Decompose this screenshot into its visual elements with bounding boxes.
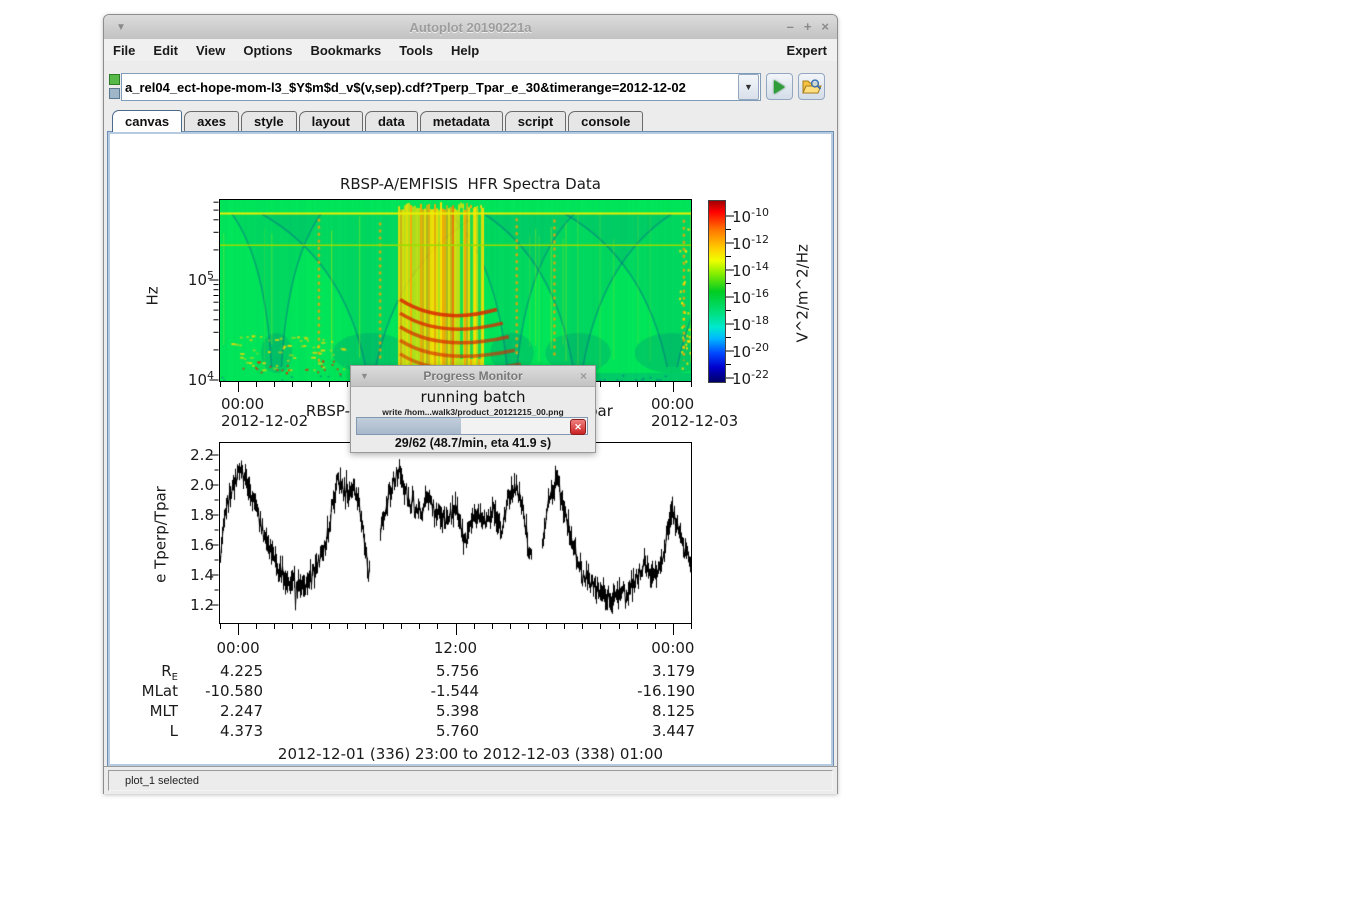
eph-value: 5.760 <box>369 722 479 740</box>
desktop: ▼ Autoplot 20190221a – + × FileEditViewO… <box>0 0 1345 916</box>
plot2-ytick-label: 1.8 <box>170 506 214 524</box>
progress-monitor-dialog[interactable]: ▼ Progress Monitor × running batch write… <box>350 365 596 453</box>
status-message: plot_1 selected <box>109 775 199 787</box>
menu-options[interactable]: Options <box>234 43 301 58</box>
progress-status-label: 29/62 (48.7/min, eta 41.9 s) <box>351 436 595 450</box>
eph-value: 8.125 <box>585 702 695 720</box>
tab-console[interactable]: console <box>568 111 643 132</box>
plot2-ytick-label: 1.6 <box>170 536 214 554</box>
window-shade-icon[interactable]: ▼ <box>116 22 126 33</box>
colorbar-tick-label: 10-16 <box>732 287 769 307</box>
window-titlebar[interactable]: ▼ Autoplot 20190221a – + × <box>104 15 837 39</box>
eph-value: 3.179 <box>585 662 695 680</box>
colorbar-axis-label: V^2/m^2/Hz <box>795 253 812 343</box>
menu-items: FileEditViewOptionsBookmarksToolsHelp <box>104 43 488 58</box>
plot2-xtick-label: 00:00 <box>208 639 268 657</box>
timeseries-plot[interactable] <box>219 442 692 624</box>
plot1-ylabel: Hz <box>145 276 162 306</box>
uri-dropdown-button[interactable]: ▼ <box>738 74 759 100</box>
expert-menu[interactable]: Expert <box>777 43 837 58</box>
menu-edit[interactable]: Edit <box>144 43 187 58</box>
folder-magnifier-icon <box>802 78 822 95</box>
autoplot-window: ▼ Autoplot 20190221a – + × FileEditViewO… <box>103 14 838 794</box>
eph-value: -10.580 <box>153 682 263 700</box>
play-icon <box>774 80 785 94</box>
tab-axes[interactable]: axes <box>184 111 239 132</box>
uri-toolbar: a_rel04_ect-hope-mom-l3_$Y$m$d_v$(v,sep)… <box>104 61 837 111</box>
tab-metadata[interactable]: metadata <box>420 111 503 132</box>
statusbar: plot_1 selected <box>104 766 837 794</box>
progress-dialog-title: Progress Monitor <box>351 369 595 383</box>
eph-value: -16.190 <box>585 682 695 700</box>
colorbar[interactable] <box>708 200 726 383</box>
menu-file[interactable]: File <box>104 43 144 58</box>
eph-value: 2.247 <box>153 702 263 720</box>
eph-value: 5.398 <box>369 702 479 720</box>
tab-style[interactable]: style <box>241 111 297 132</box>
colorbar-tick-label: 10-10 <box>732 206 769 226</box>
eph-value: 4.373 <box>153 722 263 740</box>
menu-bookmarks[interactable]: Bookmarks <box>301 43 390 58</box>
green-square-icon <box>109 74 120 85</box>
chevron-down-icon: ▼ <box>744 82 753 92</box>
plot2-xtick-label: 12:00 <box>426 639 486 657</box>
uri-combobox[interactable]: a_rel04_ect-hope-mom-l3_$Y$m$d_v$(v,sep)… <box>121 73 761 101</box>
tab-data[interactable]: data <box>365 111 418 132</box>
tab-script[interactable]: script <box>505 111 566 132</box>
plot2-ytick-label: 2.2 <box>170 446 214 464</box>
tab-bar: canvasaxesstylelayoutdatametadatascriptc… <box>104 111 837 132</box>
go-plot-button[interactable] <box>766 73 793 100</box>
progress-dialog-titlebar[interactable]: ▼ Progress Monitor × <box>351 366 595 387</box>
tab-layout[interactable]: layout <box>299 111 363 132</box>
uri-input[interactable]: a_rel04_ect-hope-mom-l3_$Y$m$d_v$(v,sep)… <box>122 80 737 95</box>
plot2-title-fragment-left: RBSP- <box>250 403 350 420</box>
colorbar-tick-label: 10-18 <box>732 314 769 334</box>
colorbar-tick-label: 10-22 <box>732 368 769 388</box>
plot2-ytick-label: 2.0 <box>170 476 214 494</box>
plot2-ylabel: e Tperp/Tpar <box>153 480 170 590</box>
dialog-shade-icon[interactable]: ▼ <box>360 371 369 381</box>
close-icon[interactable]: × <box>821 15 829 39</box>
eph-value: -1.544 <box>369 682 479 700</box>
tab-canvas[interactable]: canvas <box>112 110 182 132</box>
progress-detail-label: write /hom...walk3/product_20121215_00.p… <box>351 407 595 417</box>
eph-value: 5.756 <box>369 662 479 680</box>
progress-bar: ✕ <box>356 417 588 435</box>
plot2-ytick-label: 1.2 <box>170 596 214 614</box>
minimize-icon[interactable]: – <box>787 15 794 39</box>
colorbar-tick-label: 10-20 <box>732 341 769 361</box>
datasource-indicator <box>109 74 121 99</box>
eph-value: 4.225 <box>153 662 263 680</box>
plot1-ytick-label: 104 <box>170 369 214 389</box>
menu-tools[interactable]: Tools <box>390 43 442 58</box>
time-range-label: 2012-12-01 (336) 23:00 to 2012-12-03 (33… <box>110 746 831 763</box>
menu-view[interactable]: View <box>187 43 234 58</box>
window-title: Autoplot 20190221a <box>104 20 837 35</box>
maximize-icon[interactable]: + <box>804 15 812 39</box>
progress-bar-fill <box>357 418 461 434</box>
plot1-xlabel-right: 00:002012-12-03 <box>651 396 738 430</box>
stop-button[interactable]: ✕ <box>570 419 586 435</box>
plot1-ytick-label: 105 <box>170 269 214 289</box>
browse-button[interactable] <box>798 73 825 100</box>
progress-task-label: running batch <box>351 388 595 406</box>
blue-square-icon <box>109 88 120 99</box>
statusbar-field: plot_1 selected <box>108 770 833 791</box>
menu-help[interactable]: Help <box>442 43 488 58</box>
menubar: FileEditViewOptionsBookmarksToolsHelp Ex… <box>104 39 837 62</box>
plot2-xtick-label: 00:00 <box>643 639 703 657</box>
colorbar-tick-label: 10-14 <box>732 260 769 280</box>
spectrogram-plot[interactable] <box>219 199 692 382</box>
dialog-close-icon[interactable]: × <box>580 369 587 383</box>
eph-value: 3.447 <box>585 722 695 740</box>
plot2-ytick-label: 1.4 <box>170 566 214 584</box>
colorbar-tick-label: 10-12 <box>732 233 769 253</box>
plot-canvas-area[interactable]: RBSP-A/EMFISIS HFR Spectra Data Hz 105 10… <box>108 132 833 766</box>
plot1-title: RBSP-A/EMFISIS HFR Spectra Data <box>110 176 831 193</box>
